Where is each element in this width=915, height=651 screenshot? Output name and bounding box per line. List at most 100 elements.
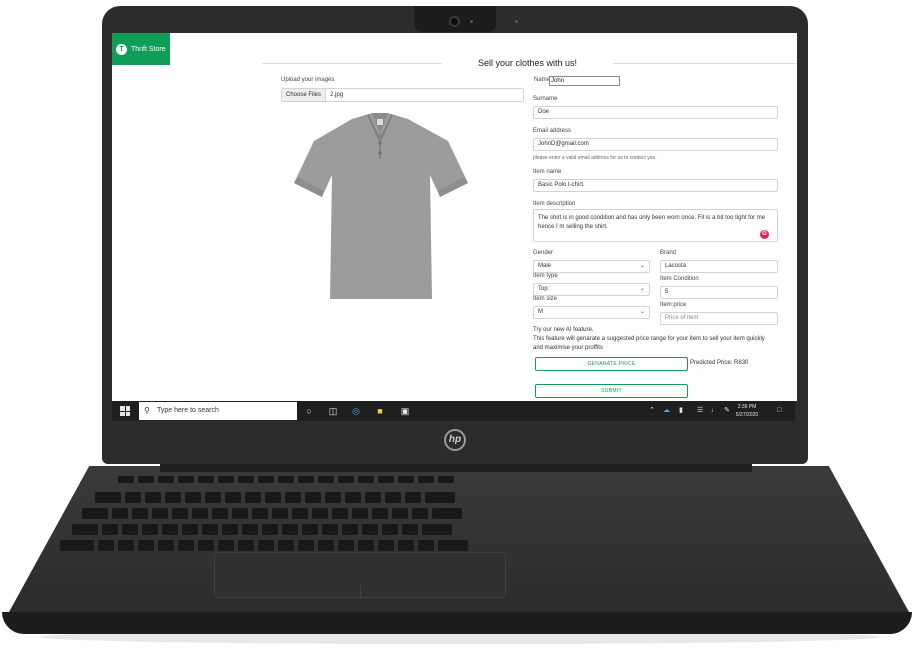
network-icon[interactable]: ☰ (697, 405, 703, 417)
keyboard-key[interactable] (218, 540, 234, 551)
keyboard-key[interactable] (138, 540, 154, 551)
file-input[interactable]: Choose Files 2.jpg (281, 88, 524, 102)
keyboard-key[interactable] (95, 492, 121, 503)
keyboard-key[interactable] (352, 508, 368, 519)
keyboard-key[interactable] (332, 508, 348, 519)
keyboard-key[interactable] (205, 492, 221, 503)
keyboard-key[interactable] (98, 540, 114, 551)
keyboard-key[interactable] (265, 492, 281, 503)
keyboard-key[interactable] (238, 540, 254, 551)
keyboard-key[interactable] (338, 476, 354, 483)
keyboard-key[interactable] (418, 540, 434, 551)
keyboard-key[interactable] (262, 524, 278, 535)
brand-input[interactable]: Lacosta (660, 260, 778, 273)
keyboard-key[interactable] (305, 492, 321, 503)
keyboard-key[interactable] (222, 524, 238, 535)
keyboard-key[interactable] (398, 476, 414, 483)
taskbar-clock[interactable]: 2:39 PM 5/27/2020 (731, 403, 763, 419)
keyboard-key[interactable] (238, 476, 254, 483)
keyboard-key[interactable] (118, 540, 134, 551)
keyboard-key[interactable] (358, 540, 374, 551)
keyboard-key[interactable] (72, 524, 98, 535)
keyboard-key[interactable] (282, 524, 298, 535)
keyboard-key[interactable] (338, 540, 354, 551)
keyboard-key[interactable] (325, 492, 341, 503)
keyboard-key[interactable] (60, 540, 94, 551)
keyboard-key[interactable] (252, 508, 268, 519)
task-view-icon[interactable]: ◫ (327, 405, 339, 417)
keyboard-key[interactable] (398, 540, 414, 551)
keyboard-key[interactable] (112, 508, 128, 519)
keyboard-key[interactable] (178, 540, 194, 551)
keyboard-key[interactable] (192, 508, 208, 519)
keyboard-key[interactable] (122, 524, 138, 535)
email-input[interactable]: JohnD@gmail.com (533, 138, 778, 151)
keyboard-key[interactable] (178, 476, 194, 483)
gender-select[interactable]: Male ⌄ (533, 260, 650, 273)
keyboard-key[interactable] (242, 524, 258, 535)
keyboard-key[interactable] (258, 476, 274, 483)
keyboard-key[interactable] (218, 476, 234, 483)
onedrive-icon[interactable]: ☁ (663, 405, 670, 417)
keyboard-key[interactable] (302, 524, 318, 535)
keyboard-key[interactable] (412, 508, 428, 519)
keyboard-key[interactable] (225, 492, 241, 503)
volume-icon[interactable]: ♩ (711, 405, 718, 417)
keyboard-key[interactable] (342, 524, 358, 535)
keyboard-key[interactable] (298, 476, 314, 483)
item-condition-input[interactable]: 5 (660, 286, 778, 299)
keyboard-key[interactable] (438, 540, 468, 551)
start-icon[interactable] (120, 406, 130, 416)
keyboard-key[interactable] (278, 540, 294, 551)
keyboard-key[interactable] (198, 540, 214, 551)
edge-icon[interactable]: ◎ (350, 405, 362, 417)
keyboard-key[interactable] (125, 492, 141, 503)
keyboard-key[interactable] (172, 508, 188, 519)
keyboard-key[interactable] (372, 508, 388, 519)
keyboard-key[interactable] (165, 492, 181, 503)
keyboard-key[interactable] (232, 508, 248, 519)
keyboard-key[interactable] (182, 524, 198, 535)
keyboard-key[interactable] (245, 492, 261, 503)
file-explorer-icon[interactable]: ■ (374, 405, 386, 417)
keyboard-key[interactable] (202, 524, 218, 535)
keyboard-key[interactable] (212, 508, 228, 519)
notification-icon[interactable]: □ (777, 405, 781, 417)
taskbar-search-box[interactable]: ⚲ Type here to search (139, 402, 297, 420)
keyboard-key[interactable] (258, 540, 274, 551)
keyboard-key[interactable] (152, 508, 168, 519)
chevron-up-icon[interactable]: ⌃ (649, 405, 655, 417)
keyboard-key[interactable] (438, 476, 454, 483)
keyboard-key[interactable] (82, 508, 108, 519)
keyboard-key[interactable] (158, 540, 174, 551)
item-price-input[interactable]: Price of item (660, 312, 778, 325)
item-size-select[interactable]: M ⌄ (533, 306, 650, 319)
cortana-icon[interactable]: ○ (303, 405, 315, 417)
keyboard-key[interactable] (292, 508, 308, 519)
keyboard-key[interactable] (365, 492, 381, 503)
keyboard-key[interactable] (345, 492, 361, 503)
keyboard-key[interactable] (272, 508, 288, 519)
keyboard-key[interactable] (392, 508, 408, 519)
keyboard-key[interactable] (382, 524, 398, 535)
keyboard-key[interactable] (385, 492, 401, 503)
keyboard-key[interactable] (358, 476, 374, 483)
keyboard-key[interactable] (285, 492, 301, 503)
keyboard-key[interactable] (318, 540, 334, 551)
keyboard-key[interactable] (378, 540, 394, 551)
keyboard-key[interactable] (138, 476, 154, 483)
keyboard-key[interactable] (402, 524, 418, 535)
keyboard-key[interactable] (418, 476, 434, 483)
item-type-select[interactable]: Top ⌄ (533, 283, 650, 296)
keyboard-key[interactable] (318, 476, 334, 483)
keyboard-key[interactable] (132, 508, 148, 519)
keyboard-key[interactable] (422, 524, 452, 535)
keyboard-key[interactable] (298, 540, 314, 551)
store-icon[interactable]: ▣ (399, 405, 411, 417)
keyboard-key[interactable] (405, 492, 421, 503)
keyboard-key[interactable] (362, 524, 378, 535)
keyboard-key[interactable] (425, 492, 455, 503)
grammar-check-icon[interactable]: G (760, 230, 769, 239)
keyboard-key[interactable] (312, 508, 328, 519)
pen-icon[interactable]: ✎ (724, 405, 730, 417)
